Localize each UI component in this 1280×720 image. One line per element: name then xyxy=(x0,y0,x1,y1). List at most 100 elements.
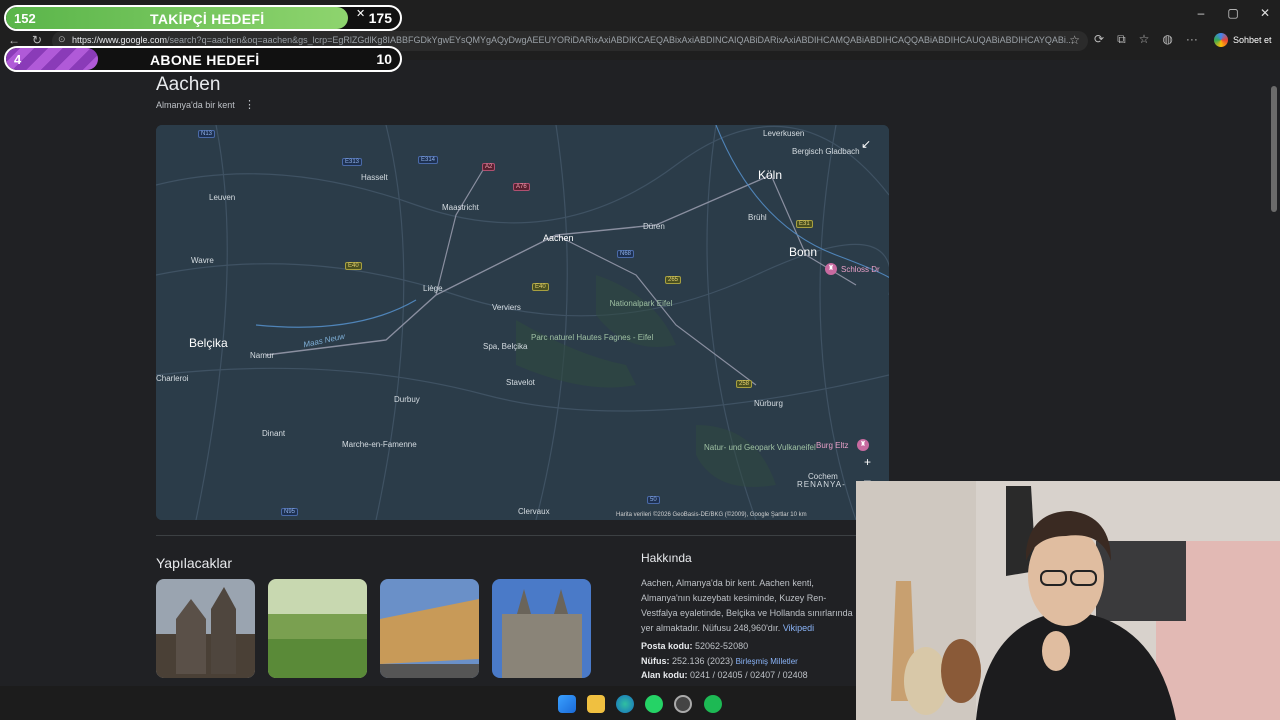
close-window-button[interactable]: ✕ xyxy=(1258,6,1272,20)
fact-label: Alan kodu: xyxy=(641,670,688,680)
favorites-icon[interactable]: ☆ xyxy=(1139,32,1150,47)
attraction-townhall-image[interactable] xyxy=(492,579,591,678)
map-country-label[interactable]: Belçika xyxy=(189,336,228,350)
road-shield: N13 xyxy=(198,130,216,138)
map-city-label[interactable]: Nürburg xyxy=(754,399,783,408)
maximize-button[interactable]: ▢ xyxy=(1226,6,1240,20)
follower-goal-target: 175 xyxy=(368,10,392,26)
road-shield: A2 xyxy=(482,163,496,171)
subscriber-goal-title: ABONE HEDEFİ xyxy=(150,52,260,68)
collections-icon[interactable]: ⧉ xyxy=(1117,32,1126,47)
road-shield: E314 xyxy=(418,156,439,164)
subscriber-goal-current: 4 xyxy=(14,52,22,67)
scrollbar-thumb[interactable] xyxy=(1271,86,1277,212)
map-city-label[interactable]: Marche-en-Famenne xyxy=(342,440,417,449)
road-shield: N95 xyxy=(281,508,299,516)
road-shield: 50 xyxy=(647,496,660,504)
fact-source-link[interactable]: Birleşmiş Milletler xyxy=(736,657,798,666)
more-options-icon[interactable]: ⋮ xyxy=(244,98,255,111)
profile-icon[interactable]: ◍ xyxy=(1162,32,1172,47)
map-poi-label[interactable]: Burg Eltz xyxy=(816,441,848,450)
url-host: https://www.google.com xyxy=(72,35,168,45)
whatsapp-icon[interactable] xyxy=(645,695,663,713)
fact-value: 252.136 (2023) xyxy=(672,656,734,666)
subscriber-goal-bar: 4 ABONE HEDEFİ 10 xyxy=(4,46,402,72)
castle-poi-icon[interactable]: ♜ xyxy=(825,263,837,275)
bookmark-star-icon[interactable]: ☆ xyxy=(1069,33,1080,47)
map-city-label[interactable]: Clervaux xyxy=(518,507,550,516)
road-shield: A76 xyxy=(513,183,530,191)
fact-population: Nüfus: 252.136 (2023) Birleşmiş Milletle… xyxy=(641,656,798,666)
screen: – ▢ ✕ ← ↻ ⊙ https://www.google.com/searc… xyxy=(0,0,1280,720)
road-shield: E40 xyxy=(345,262,362,270)
map-park-label[interactable]: Natur- und Geopark Vulkaneifel xyxy=(704,443,816,452)
map-city-label[interactable]: Stavelot xyxy=(506,378,535,387)
map-city-label[interactable]: Düren xyxy=(643,222,665,231)
spotify-icon[interactable] xyxy=(704,695,722,713)
fact-label: Nüfus: xyxy=(641,656,670,666)
attraction-garden-image[interactable] xyxy=(268,579,367,678)
entity-subtitle: Almanya'da bir kent xyxy=(156,100,235,110)
map-city-label[interactable]: Bonn xyxy=(789,245,817,259)
minimize-button[interactable]: – xyxy=(1194,6,1208,20)
chat-label: Sohbet et xyxy=(1233,35,1272,45)
map-city-label[interactable]: Namur xyxy=(250,351,274,360)
about-text: Aachen, Almanya'da bir kent. Aachen kent… xyxy=(641,578,853,633)
map-city-label[interactable]: Charleroi xyxy=(156,374,188,383)
map-poi-label[interactable]: Schloss Dr xyxy=(841,265,880,274)
more-menu-icon[interactable]: ··· xyxy=(1186,32,1198,47)
map-city-label[interactable]: Liège xyxy=(423,284,443,293)
map-park-label[interactable]: Nationalpark Eifel xyxy=(606,299,676,308)
reload-icon[interactable]: ↻ xyxy=(32,33,42,47)
map-park-label[interactable]: Parc naturel Hautes Fagnes - Eifel xyxy=(531,333,653,342)
map-city-label[interactable]: Durbuy xyxy=(394,395,420,404)
lock-icon: ⊙ xyxy=(58,34,66,44)
map-city-label[interactable]: Leverkusen xyxy=(763,129,804,138)
map-city-label[interactable]: Leuven xyxy=(209,193,235,202)
fact-value: 0241 / 02405 / 02407 / 02408 xyxy=(690,670,808,680)
about-heading: Hakkında xyxy=(641,551,692,565)
map-city-label[interactable]: Bergisch Gladbach xyxy=(792,147,860,156)
url-path: /search?q=aachen&oq=aachen&gs_lcrp=EgRlZ… xyxy=(167,35,1074,45)
map[interactable]: Leverkusen Bergisch Gladbach Köln Bonn B… xyxy=(156,125,889,520)
start-icon[interactable] xyxy=(558,695,576,713)
zoom-in-button[interactable]: + xyxy=(864,455,871,469)
road-shield: E40 xyxy=(532,283,549,291)
close-icon[interactable]: ✕ xyxy=(356,7,365,20)
attraction-cathedral-image[interactable] xyxy=(156,579,255,678)
copilot-chat-button[interactable]: Sohbet et xyxy=(1214,30,1272,50)
map-city-label[interactable]: Hasselt xyxy=(361,173,388,182)
about-description: Aachen, Almanya'da bir kent. Aachen kent… xyxy=(641,576,861,636)
edge-browser-icon[interactable] xyxy=(616,695,634,713)
map-city-label[interactable]: Wavre xyxy=(191,256,214,265)
castle-poi-icon[interactable]: ♜ xyxy=(857,439,869,451)
extension-icon[interactable]: ⟳ xyxy=(1094,32,1104,47)
page-title: Aachen xyxy=(156,74,221,95)
divider xyxy=(156,535,856,536)
fact-label: Posta kodu: xyxy=(641,641,693,651)
file-explorer-icon[interactable] xyxy=(587,695,605,713)
road-shield: E31 xyxy=(796,220,813,228)
road-shield: 265 xyxy=(665,276,682,284)
map-city-label[interactable]: Verviers xyxy=(492,303,521,312)
fact-postal-code: Posta kodu: 52062-52080 xyxy=(641,641,748,651)
copilot-icon xyxy=(1214,33,1228,47)
map-city-label[interactable]: Köln xyxy=(758,168,782,182)
fact-area-code: Alan kodu: 0241 / 02405 / 02407 / 02408 xyxy=(641,670,808,680)
back-icon[interactable]: ← xyxy=(8,33,20,47)
road-shield: E313 xyxy=(342,158,363,166)
collapse-map-icon[interactable]: ↙ xyxy=(861,137,871,151)
map-city-label[interactable]: Aachen xyxy=(543,233,574,243)
map-city-label[interactable]: Spa, Belçika xyxy=(483,342,527,351)
map-city-label[interactable]: Dinant xyxy=(262,429,285,438)
section-heading-things-to-do: Yapılacaklar xyxy=(156,555,233,571)
map-city-label[interactable]: Maastricht xyxy=(442,203,479,212)
map-attribution: Harita verileri ©2026 GeoBasis-DE/BKG (©… xyxy=(616,512,807,518)
attraction-building-image[interactable] xyxy=(380,579,479,678)
obs-icon[interactable] xyxy=(674,695,692,713)
map-city-label[interactable]: Brühl xyxy=(748,213,767,222)
road-shield: 258 xyxy=(736,380,753,388)
follower-goal-current: 152 xyxy=(14,11,36,26)
wikipedia-link[interactable]: Vikipedi xyxy=(783,623,814,633)
subscriber-goal-target: 10 xyxy=(376,51,392,67)
